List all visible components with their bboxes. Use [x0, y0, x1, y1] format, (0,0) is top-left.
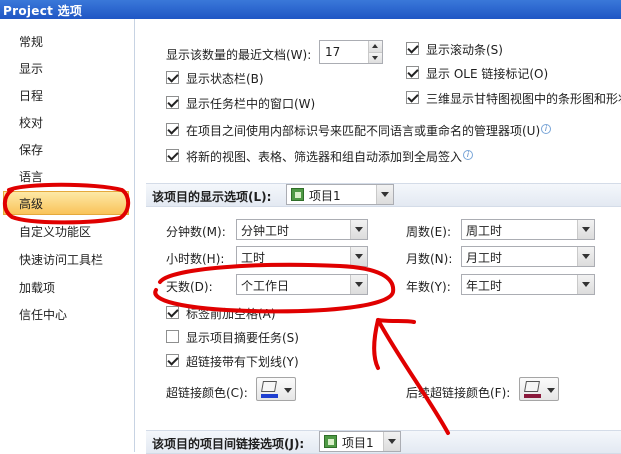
months-select[interactable]: 月工时 [461, 246, 595, 267]
chevron-down-icon [284, 388, 292, 393]
color-swatch [261, 394, 278, 398]
sidebar-item-schedule[interactable]: 日程 [3, 83, 129, 107]
project-icon [324, 435, 337, 448]
add-new-to-global-checkbox[interactable] [166, 149, 179, 162]
years-select[interactable]: 年工时 [461, 274, 595, 295]
sidebar-item-quick-access-toolbar[interactable]: 快速访问工具栏 [3, 247, 129, 271]
show-taskbar-windows-label: 显示任务栏中的窗口(W) [186, 97, 316, 111]
minutes-label: 分钟数(M): [166, 225, 226, 239]
show-summary-task-label: 显示项目摘要任务(S) [186, 331, 299, 345]
weeks-value: 周工时 [466, 224, 503, 238]
show-summary-task-checkbox[interactable] [166, 330, 179, 343]
chevron-down-icon[interactable] [383, 432, 400, 451]
cross-project-value: 项目1 [342, 436, 374, 450]
chevron-down-icon [547, 388, 555, 393]
hyperlink-color-label: 超链接颜色(C): [166, 386, 248, 400]
gantt-3d-checkbox[interactable] [406, 91, 419, 104]
options-content: 显示该数量的最近文档(W): 17 显示滚动条(S) 显示状态栏(B) 显示 O… [136, 19, 621, 454]
sidebar-item-advanced[interactable]: 高级 [3, 191, 129, 215]
show-ole-links-label: 显示 OLE 链接标记(O) [426, 67, 549, 81]
show-ole-links-checkbox[interactable] [406, 66, 419, 79]
sidebar-item-general[interactable]: 常规 [3, 29, 129, 53]
color-swatch [524, 394, 541, 398]
sidebar-item-save[interactable]: 保存 [3, 137, 129, 161]
weeks-label: 周数(E): [406, 225, 451, 239]
info-icon[interactable]: i [541, 124, 551, 134]
hours-value: 工时 [241, 251, 266, 265]
sidebar-item-language[interactable]: 语言 [3, 164, 129, 188]
days-value: 个工作日 [241, 279, 290, 293]
show-taskbar-windows-checkbox[interactable] [166, 96, 179, 109]
sidebar-item-display[interactable]: 显示 [3, 56, 129, 80]
followed-color-label: 后续超链接颜色(F): [406, 386, 511, 400]
months-value: 月工时 [466, 251, 503, 265]
show-scrollbars-checkbox[interactable] [406, 42, 419, 55]
underline-hyperlinks-checkbox[interactable] [166, 354, 179, 367]
hours-label: 小时数(H): [166, 252, 225, 266]
add-new-to-global-label: 将新的视图、表格、筛选器和组自动添加到全局签入 [186, 150, 463, 164]
days-select[interactable]: 个工作日 [236, 274, 368, 295]
project-display-select[interactable]: 项目1 [286, 184, 394, 205]
years-value: 年工时 [466, 279, 503, 293]
paint-bucket-icon [524, 381, 540, 392]
minutes-select[interactable]: 分钟工时 [236, 219, 368, 240]
info-icon[interactable]: i [463, 150, 473, 160]
internal-ids-label: 在项目之间使用内部标识号来匹配不同语言或重命名的管理器项(U) [186, 124, 541, 138]
sidebar-item-customize-ribbon[interactable]: 自定义功能区 [3, 219, 129, 243]
recent-docs-spinner[interactable]: 17 [319, 40, 383, 64]
chevron-down-icon[interactable] [577, 247, 594, 266]
chevron-down-icon[interactable] [350, 247, 367, 266]
spin-down-icon[interactable] [368, 52, 382, 63]
underline-hyperlinks-label: 超链接带有下划线(Y) [186, 355, 299, 369]
chevron-down-icon[interactable] [577, 220, 594, 239]
sidebar-item-proofing[interactable]: 校对 [3, 110, 129, 134]
years-label: 年数(Y): [406, 280, 451, 294]
paint-bucket-icon [261, 381, 277, 392]
days-label: 天数(D): [166, 280, 213, 294]
spin-up-icon[interactable] [368, 41, 382, 52]
internal-ids-checkbox[interactable] [166, 123, 179, 136]
options-sidebar: 常规 显示 日程 校对 保存 语言 高级 自定义功能区 快速访问工具栏 加载项 … [0, 19, 135, 452]
weeks-select[interactable]: 周工时 [461, 219, 595, 240]
project-display-value: 项目1 [309, 189, 341, 203]
window-title: Project 选项 [0, 0, 621, 19]
project-display-header: 该项目的显示选项(L): [152, 190, 272, 204]
gantt-3d-label: 三维显示甘特图视图中的条形图和形状 [426, 92, 621, 106]
chevron-down-icon[interactable] [350, 220, 367, 239]
show-statusbar-checkbox[interactable] [166, 71, 179, 84]
show-scrollbars-label: 显示滚动条(S) [426, 43, 503, 57]
recent-docs-value: 17 [325, 45, 341, 59]
show-statusbar-label: 显示状态栏(B) [186, 72, 264, 86]
hours-select[interactable]: 工时 [236, 246, 368, 267]
project-icon [291, 188, 304, 201]
sidebar-item-trust-center[interactable]: 信任中心 [3, 302, 129, 326]
sidebar-item-add-ins[interactable]: 加载项 [3, 275, 129, 299]
hyperlink-color-button[interactable] [256, 377, 296, 401]
space-before-label-checkbox[interactable] [166, 306, 179, 319]
cross-project-select[interactable]: 项目1 [319, 431, 401, 452]
minutes-value: 分钟工时 [241, 224, 290, 238]
followed-hyperlink-color-button[interactable] [519, 377, 559, 401]
chevron-down-icon[interactable] [350, 275, 367, 294]
cross-project-header: 该项目的项目间链接选项(J): [152, 437, 305, 451]
chevron-down-icon[interactable] [577, 275, 594, 294]
space-before-label-label: 标签前加空格(A) [186, 307, 276, 321]
months-label: 月数(N): [406, 252, 453, 266]
recent-docs-label: 显示该数量的最近文档(W): [166, 48, 312, 62]
chevron-down-icon[interactable] [376, 185, 393, 204]
